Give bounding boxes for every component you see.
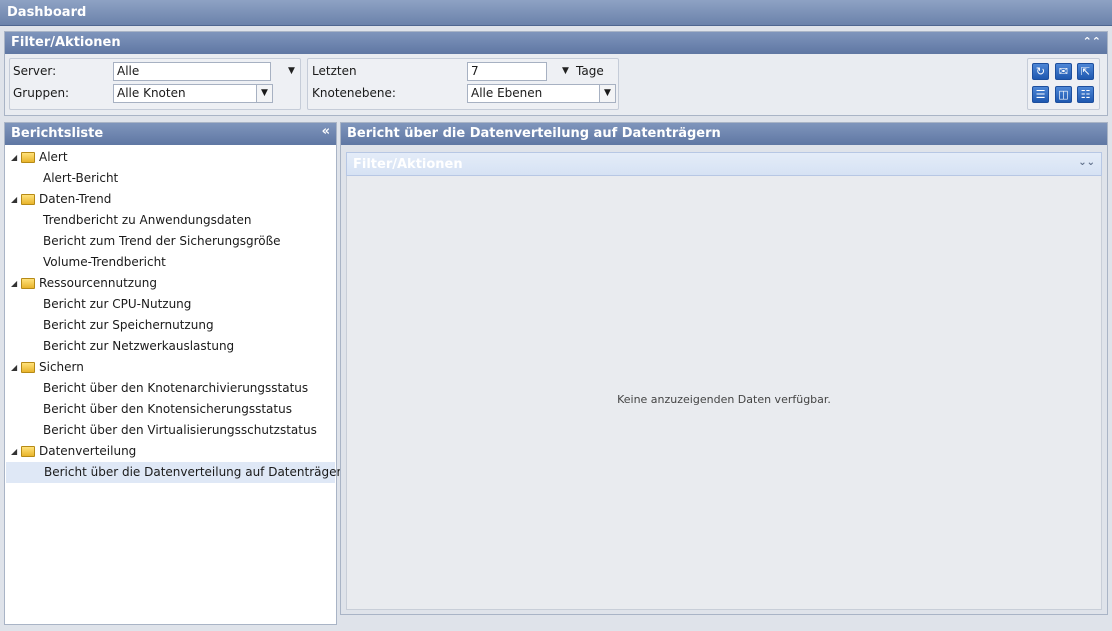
folder-icon (21, 446, 35, 457)
tree-folder-daten-trend[interactable]: ◢ Daten-Trend (5, 189, 336, 210)
report-filter-bar[interactable]: Filter/Aktionen ⌄⌄ (346, 152, 1102, 176)
tree-item[interactable]: Volume-Trendbericht (5, 252, 336, 273)
tree-item[interactable]: Bericht über den Knotensicherungsstatus (5, 399, 336, 420)
tree-folder-sichern[interactable]: ◢ Sichern (5, 357, 336, 378)
report-view-panel: Bericht über die Datenverteilung auf Dat… (340, 122, 1108, 615)
expanded-triangle-icon[interactable]: ◢ (11, 147, 21, 168)
report-list-panel: Berichtsliste « ◢ Alert Alert-Bericht ◢ Da… (4, 122, 349, 625)
node-level-label: Knotenebene: (312, 86, 396, 100)
double-chevron-left-icon[interactable]: « (322, 124, 330, 139)
report-view-title: Bericht über die Datenverteilung auf Dat… (347, 126, 721, 141)
server-filter-group: Server: Alle ▼ Gruppen: Alle Knoten ▼ (9, 58, 301, 110)
tree-folder-alert[interactable]: ◢ Alert (5, 147, 336, 168)
tree-folder-ressourcennutzung[interactable]: ◢ Ressourcennutzung (5, 273, 336, 294)
email-icon[interactable]: ✉ (1055, 63, 1072, 80)
groups-value: Alle Knoten (117, 86, 186, 100)
folder-icon (21, 362, 35, 373)
server-label: Server: (13, 64, 57, 78)
report-content-area: Keine anzuzeigenden Daten verfügbar. (346, 176, 1102, 610)
tree-item[interactable]: Bericht zum Trend der Sicherungsgröße (5, 231, 336, 252)
tree-item[interactable]: Trendbericht zu Anwendungsdaten (5, 210, 336, 231)
expanded-triangle-icon[interactable]: ◢ (11, 189, 21, 210)
folder-label: Daten-Trend (39, 192, 112, 206)
groups-select[interactable]: Alle Knoten ▼ (113, 84, 273, 103)
folder-label: Sichern (39, 360, 84, 374)
folder-label: Ressourcennutzung (39, 276, 157, 290)
tree-item[interactable]: Bericht über den Knotenarchivierungsstat… (5, 378, 336, 399)
report-view-header: Bericht über die Datenverteilung auf Dat… (341, 123, 1107, 145)
folder-icon (21, 194, 35, 205)
server-input[interactable]: Alle (113, 62, 271, 81)
tree-item[interactable]: Bericht zur CPU-Nutzung (5, 294, 336, 315)
report-list-title: Berichtsliste (11, 126, 104, 141)
tree-item[interactable]: Bericht zur Speichernutzung (5, 315, 336, 336)
last-label: Letzten (312, 64, 357, 78)
server-dropdown-arrow-icon[interactable]: ▼ (288, 66, 295, 76)
filter-panel: Filter/Aktionen ⌃⌃ Server: Alle ▼ Gruppe… (4, 31, 1108, 116)
expanded-triangle-icon[interactable]: ◢ (11, 357, 21, 378)
expanded-triangle-icon[interactable]: ◢ (11, 441, 21, 462)
double-chevron-up-icon[interactable]: ⌃⌃ (1083, 35, 1101, 48)
expanded-triangle-icon[interactable]: ◢ (11, 273, 21, 294)
three-column-view-icon[interactable]: ☷ (1077, 86, 1094, 103)
folder-label: Datenverteilung (39, 444, 137, 458)
groups-dropdown-arrow-icon[interactable]: ▼ (256, 85, 272, 102)
period-filter-group: Letzten 7 ▼ Tage Knotenebene: Alle Ebene… (307, 58, 619, 110)
report-filter-title: Filter/Aktionen (353, 157, 463, 172)
tree-item[interactable]: Bericht zur Netzwerkauslastung (5, 336, 336, 357)
folder-icon (21, 152, 35, 163)
groups-label: Gruppen: (13, 86, 70, 100)
server-value: Alle (117, 64, 140, 78)
folder-label: Alert (39, 150, 68, 164)
tree-item[interactable]: Bericht über den Virtualisierungsschutzs… (5, 420, 336, 441)
last-days-input[interactable]: 7 (467, 62, 547, 81)
report-tree: ◢ Alert Alert-Bericht ◢ Daten-Trend Trendb… (5, 145, 349, 483)
two-column-view-icon[interactable]: ◫ (1055, 86, 1072, 103)
report-list-header: Berichtsliste « (5, 123, 336, 145)
tree-item[interactable]: Alert-Bericht (5, 168, 336, 189)
filter-panel-title: Filter/Aktionen (11, 35, 121, 50)
list-view-icon[interactable]: ☰ (1032, 86, 1049, 103)
node-level-value: Alle Ebenen (471, 86, 543, 100)
window-title: Dashboard (0, 0, 1112, 26)
tree-folder-datenverteilung[interactable]: ◢ Datenverteilung (5, 441, 336, 462)
tree-item-selected[interactable]: Bericht über die Datenverteilung auf Dat… (6, 462, 349, 483)
toolbar-actions: ↻ ✉ ⇱ ☰ ◫ ☷ (1027, 58, 1100, 110)
last-days-value: 7 (471, 64, 479, 78)
empty-message: Keine anzuzeigenden Daten verfügbar. (617, 393, 831, 406)
node-level-select[interactable]: Alle Ebenen ▼ (467, 84, 616, 103)
refresh-icon[interactable]: ↻ (1032, 63, 1049, 80)
export-icon[interactable]: ⇱ (1077, 63, 1094, 80)
days-dropdown-arrow-icon[interactable]: ▼ (562, 66, 569, 76)
double-chevron-down-icon[interactable]: ⌄⌄ (1078, 157, 1095, 168)
filter-panel-header: Filter/Aktionen ⌃⌃ (5, 32, 1107, 54)
folder-icon (21, 278, 35, 289)
node-level-dropdown-arrow-icon[interactable]: ▼ (599, 85, 615, 102)
days-unit-label: Tage (576, 64, 604, 78)
